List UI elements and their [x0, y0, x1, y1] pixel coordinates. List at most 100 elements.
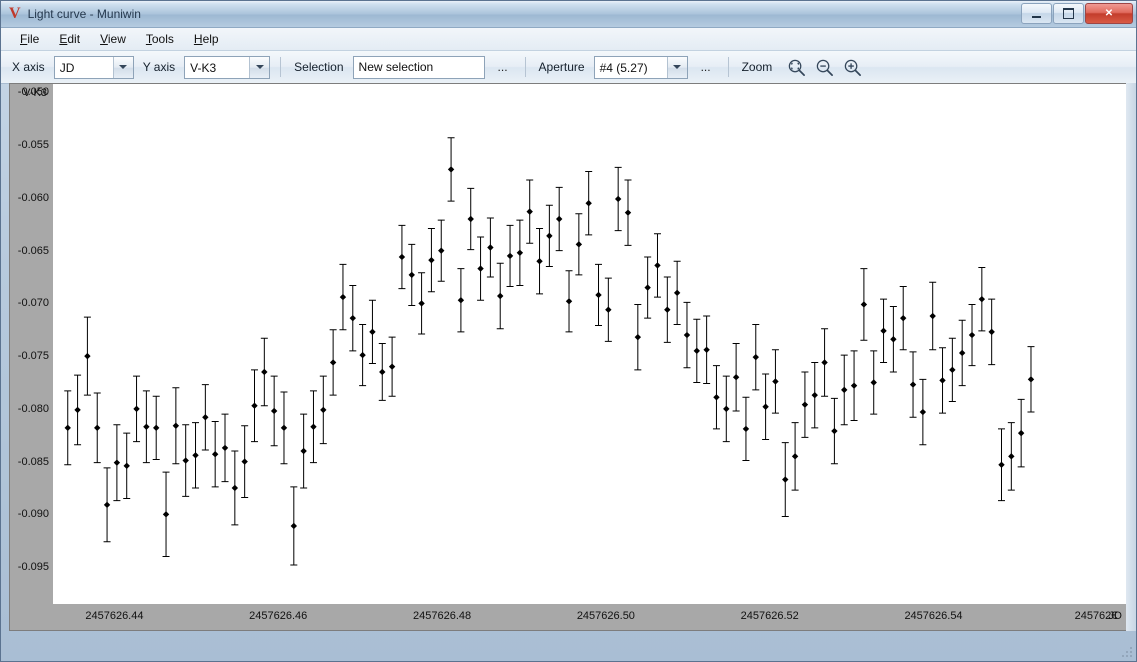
data-point: [260, 337, 268, 407]
y-axis-value: V-K3: [190, 61, 217, 75]
data-point: [418, 272, 426, 335]
x-axis-tick-label: 2457626.48: [413, 610, 472, 622]
data-point: [948, 337, 956, 402]
data-point: [840, 354, 848, 426]
muniwin-window: V Light curve - Muniwin ✕ File Edit View…: [0, 0, 1137, 662]
menu-help[interactable]: Help: [185, 30, 228, 48]
menu-file[interactable]: File: [11, 30, 48, 48]
y-axis-tick-label: -0.095: [17, 561, 49, 574]
data-point: [722, 375, 730, 443]
data-point: [74, 374, 82, 446]
aperture-label: Aperture: [538, 60, 585, 74]
resize-grip-icon[interactable]: [1121, 646, 1134, 659]
close-button[interactable]: ✕: [1085, 3, 1133, 24]
y-axis-tick-label: -0.070: [17, 297, 49, 310]
data-point: [486, 217, 494, 278]
minimize-icon: [1032, 15, 1041, 18]
data-point: [860, 268, 868, 341]
data-point: [978, 267, 986, 332]
data-point: [467, 187, 475, 251]
data-point: [880, 298, 888, 363]
data-point: [565, 270, 573, 333]
data-point: [1027, 346, 1035, 413]
data-point: [1017, 398, 1025, 468]
y-axis-tick-label: -0.050: [17, 86, 49, 99]
chevron-down-icon[interactable]: [666, 56, 687, 78]
data-point: [319, 375, 327, 445]
y-axis-combo[interactable]: V-K3: [184, 55, 271, 79]
data-point: [506, 224, 514, 288]
data-point: [575, 213, 583, 276]
y-axis-tick-label: -0.055: [17, 139, 49, 152]
data-point: [477, 236, 485, 301]
data-point: [388, 336, 396, 397]
data-point: [113, 424, 121, 502]
toolbar-separator: [524, 57, 526, 77]
y-axis-label: Y axis: [142, 60, 176, 74]
minimize-button[interactable]: [1021, 3, 1052, 24]
data-point: [988, 298, 996, 366]
data-point: [182, 424, 190, 497]
selection-label: Selection: [294, 60, 344, 74]
data-point: [673, 260, 681, 325]
data-point: [516, 219, 524, 286]
data-point: [919, 378, 927, 446]
data-point: [231, 450, 239, 526]
menu-tools[interactable]: Tools: [137, 30, 183, 48]
x-axis-title: JD: [1108, 610, 1122, 622]
chevron-down-icon[interactable]: [112, 56, 133, 78]
data-point: [791, 422, 799, 491]
data-point: [1007, 422, 1015, 491]
data-point: [437, 219, 445, 282]
data-point: [939, 347, 947, 414]
light-curve-plot[interactable]: V-K3 -0.095 -0.090 -0.085 -0.080 -0.075 -0.07…: [9, 83, 1127, 631]
data-point: [221, 413, 229, 483]
data-point: [801, 371, 809, 438]
data-point: [339, 263, 347, 331]
zoom-fit-icon[interactable]: [787, 58, 806, 77]
zoom-controls: [787, 58, 862, 77]
maximize-button[interactable]: [1053, 3, 1084, 24]
data-point: [555, 186, 563, 252]
aperture-more-button[interactable]: ...: [694, 59, 718, 75]
data-point: [821, 328, 829, 397]
data-point: [172, 387, 180, 465]
axis-corner: [10, 604, 53, 630]
data-point: [133, 375, 141, 443]
menu-view[interactable]: View: [91, 30, 135, 48]
data-point: [732, 342, 740, 412]
data-point: [64, 390, 72, 466]
y-axis-tick-label: -0.080: [17, 402, 49, 415]
vertical-scrollbar[interactable]: [1126, 83, 1136, 631]
y-axis-tick-label: -0.085: [17, 455, 49, 468]
plot-canvas[interactable]: [53, 84, 1126, 604]
selection-more-button[interactable]: ...: [491, 59, 515, 75]
x-axis-tick-label: 2457626.44: [85, 610, 144, 622]
zoom-in-icon[interactable]: [843, 58, 862, 77]
y-axis-tick-label: -0.065: [17, 244, 49, 257]
aperture-combo[interactable]: #4 (5.27): [593, 55, 688, 79]
data-point: [142, 390, 150, 464]
selection-input[interactable]: New selection: [352, 55, 485, 79]
data-point: [634, 303, 642, 371]
data-point: [123, 432, 131, 500]
x-axis-tick-label: 2457626.54: [904, 610, 963, 622]
x-axis-combo[interactable]: JD: [53, 55, 134, 79]
data-series-errorbars: [64, 137, 1035, 566]
data-point: [811, 361, 819, 429]
chevron-down-icon[interactable]: [249, 56, 270, 78]
data-point: [771, 349, 779, 414]
data-point: [850, 350, 858, 421]
x-axis-value: JD: [59, 61, 75, 75]
data-point: [398, 224, 406, 290]
toolbar: X axis JD Y axis V-K3 Selection New sele…: [1, 51, 1136, 84]
data-point: [958, 319, 966, 387]
zoom-out-icon[interactable]: [815, 58, 834, 77]
data-point: [683, 301, 691, 369]
data-point: [329, 329, 337, 396]
menu-edit[interactable]: Edit: [50, 30, 89, 48]
data-point: [290, 486, 298, 566]
aperture-value: #4 (5.27): [599, 61, 648, 75]
data-point: [359, 323, 367, 387]
x-axis-tick-label: 2457626.50: [576, 610, 635, 622]
